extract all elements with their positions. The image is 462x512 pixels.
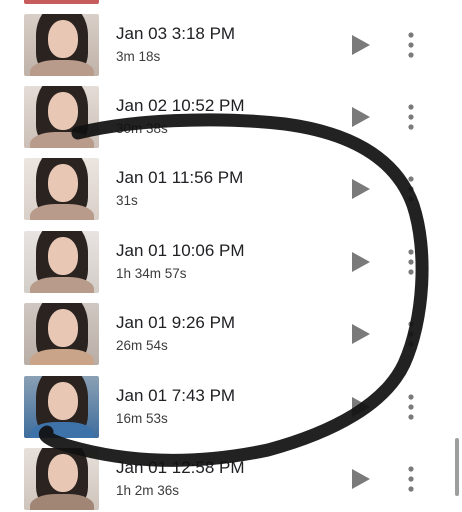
recording-title: Jan 01 9:26 PM (116, 313, 236, 332)
thumbnail-face (48, 237, 78, 275)
more-vert-icon[interactable] (404, 465, 418, 493)
recording-duration: 16m 53s (116, 411, 168, 426)
recording-title: Jan 02 10:52 PM (116, 96, 245, 115)
play-icon[interactable] (350, 395, 372, 419)
thumbnail-face (48, 382, 78, 420)
recording-title: Jan 03 3:18 PM (116, 24, 236, 43)
recording-title: Jan 01 7:43 PM (116, 386, 236, 405)
recording-thumbnail[interactable] (24, 14, 99, 76)
recording-duration: 31s (116, 193, 138, 208)
thumbnail-shoulders (30, 204, 94, 220)
recordings-screen: Jan 03 3:18 PM 3m 18s Jan 02 10:52 PM 30… (0, 0, 462, 512)
thumbnail-shoulders (30, 60, 94, 76)
play-icon[interactable] (350, 33, 372, 57)
thumbnail-face (48, 164, 78, 202)
more-vert-icon[interactable] (404, 320, 418, 348)
previous-thumbnail-edge (24, 0, 99, 4)
list-item[interactable]: Jan 01 11:56 PM 31s (0, 158, 462, 230)
thumbnail-shoulders (30, 422, 94, 438)
more-vert-icon[interactable] (404, 31, 418, 59)
thumbnail-face (48, 20, 78, 58)
list-item[interactable]: Jan 01 7:43 PM 16m 53s (0, 376, 462, 448)
thumbnail-shoulders (30, 494, 94, 510)
recording-thumbnail[interactable] (24, 86, 99, 148)
play-icon[interactable] (350, 105, 372, 129)
recording-duration: 26m 54s (116, 338, 168, 353)
recording-title: Jan 01 12:58 PM (116, 458, 245, 477)
recording-thumbnail[interactable] (24, 303, 99, 365)
recording-thumbnail[interactable] (24, 376, 99, 438)
list-item[interactable]: Jan 03 3:18 PM 3m 18s (0, 14, 462, 86)
recording-thumbnail[interactable] (24, 448, 99, 510)
list-item[interactable]: Jan 02 10:52 PM 30m 38s (0, 86, 462, 158)
thumbnail-shoulders (30, 132, 94, 148)
more-vert-icon[interactable] (404, 103, 418, 131)
recording-thumbnail[interactable] (24, 158, 99, 220)
thumbnail-face (48, 92, 78, 130)
recording-title: Jan 01 10:06 PM (116, 241, 245, 260)
recording-duration: 1h 34m 57s (116, 266, 187, 281)
play-icon[interactable] (350, 177, 372, 201)
play-icon[interactable] (350, 467, 372, 491)
scrollbar[interactable] (455, 438, 459, 496)
recording-thumbnail[interactable] (24, 231, 99, 293)
thumbnail-shoulders (30, 349, 94, 365)
list-item[interactable]: Jan 01 10:06 PM 1h 34m 57s (0, 231, 462, 303)
play-icon[interactable] (350, 250, 372, 274)
recording-title: Jan 01 11:56 PM (116, 168, 244, 187)
thumbnail-face (48, 309, 78, 347)
thumbnail-shoulders (30, 277, 94, 293)
recording-duration: 30m 38s (116, 121, 168, 136)
recording-duration: 3m 18s (116, 49, 161, 64)
more-vert-icon[interactable] (404, 248, 418, 276)
play-icon[interactable] (350, 322, 372, 346)
recording-duration: 1h 2m 36s (116, 483, 180, 498)
thumbnail-face (48, 454, 78, 492)
list-item[interactable]: Jan 01 12:58 PM 1h 2m 36s (0, 448, 462, 512)
more-vert-icon[interactable] (404, 393, 418, 421)
more-vert-icon[interactable] (404, 175, 418, 203)
list-item[interactable]: Jan 01 9:26 PM 26m 54s (0, 303, 462, 375)
